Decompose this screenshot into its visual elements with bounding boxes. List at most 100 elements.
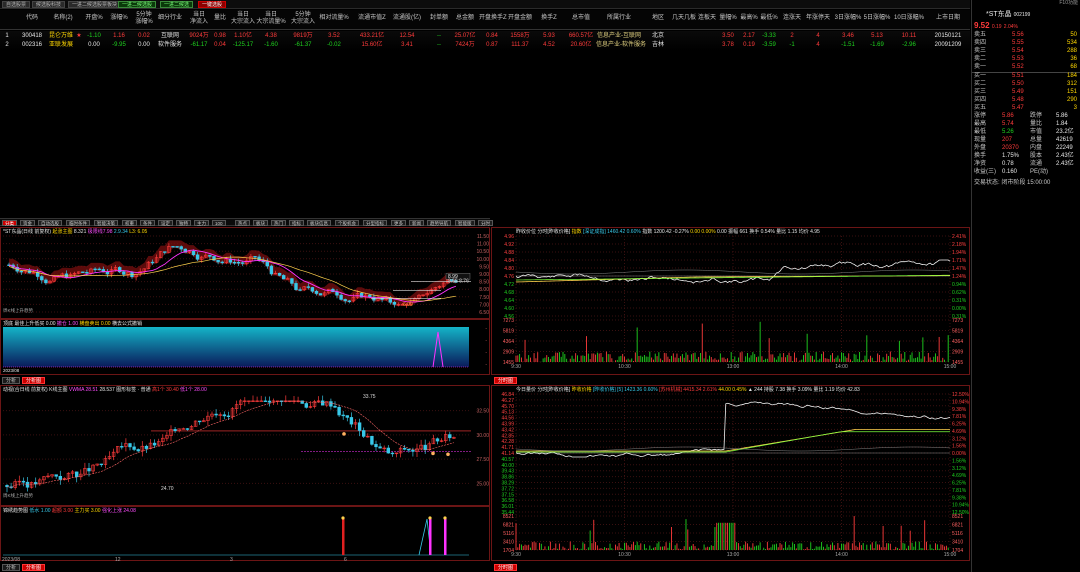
stock-code[interactable]: 300418 (18, 32, 46, 40)
cell-value[interactable]: 3.41 (392, 41, 422, 49)
cell-value[interactable]: 北京 (644, 32, 672, 40)
stock-name[interactable]: 昆仑万维 (46, 32, 76, 40)
column-header[interactable]: 当日 大宗流量% (256, 12, 286, 26)
cell-value[interactable]: 5.93 (536, 32, 562, 40)
cell-value[interactable]: 0.00 (132, 41, 156, 49)
function-tab[interactable]: 分型指标 (363, 220, 387, 226)
column-header[interactable]: 换手Z (536, 15, 562, 22)
column-header[interactable]: 年涨停天 (804, 15, 832, 22)
cell-value[interactable]: 9024万 (186, 32, 212, 40)
column-header[interactable]: 流通市值Z (355, 15, 389, 22)
tab-yijiner-bankuai[interactable]: 一进二候选股票板块 (68, 1, 122, 8)
cell-value[interactable]: 4.38 (256, 32, 286, 40)
function-tab[interactable]: 100 (212, 220, 226, 226)
cell-value[interactable]: 软件服务 (156, 41, 184, 49)
cell-value[interactable]: 20.60亿 (566, 41, 596, 49)
row-index[interactable]: 2 (2, 41, 12, 49)
tab-houxuan-keji[interactable]: 候选股科技 (32, 1, 66, 8)
function-tab[interactable]: 热点 (235, 220, 250, 226)
cell-value[interactable]: 2.17 (738, 32, 760, 40)
cell-value[interactable]: 2 (780, 32, 804, 40)
cell-value[interactable]: 0.87 (479, 41, 505, 49)
cell-value[interactable]: 3.52 (318, 32, 350, 40)
cell-value[interactable]: 信息产业-软件服务 (596, 41, 646, 49)
cell-value[interactable]: -61.17 (186, 41, 212, 49)
cell-value[interactable]: 5.13 (862, 32, 892, 40)
kline-chart-bottom[interactable]: 动视(合日线 前复权) K线主图 VWMA 28.51 28.537 图形标签 … (0, 385, 490, 506)
cell-value[interactable]: -125.17 (230, 41, 256, 49)
cell-value[interactable]: 4 (804, 41, 832, 49)
function-tab[interactable]: 资金 (20, 220, 35, 226)
cell-value[interactable]: 3.50 (716, 32, 740, 40)
column-header[interactable]: 封单额 (426, 15, 452, 22)
column-header[interactable]: 代码 (20, 15, 44, 22)
cell-value[interactable]: -- (426, 41, 452, 49)
cell-value[interactable]: 111.37 (506, 41, 534, 49)
column-header[interactable]: 当日 净流入 (186, 12, 212, 26)
function-tab[interactable]: 板块信息 (307, 220, 331, 226)
cell-value[interactable]: 7424万 (452, 41, 478, 49)
column-header[interactable]: 上市日期 (928, 15, 968, 22)
function-tab[interactable]: 临时条件 (66, 220, 90, 226)
function-tab[interactable]: 更多 (391, 220, 406, 226)
cell-value[interactable]: 0.00 (82, 41, 106, 49)
column-header[interactable]: 地区 (644, 15, 672, 22)
cell-value[interactable]: 9819万 (288, 32, 318, 40)
cell-value[interactable]: 25.07亿 (452, 32, 478, 40)
cell-value[interactable]: 20150121 (928, 32, 968, 40)
cell-value[interactable]: 1558万 (506, 32, 534, 40)
cell-value[interactable]: -1.69 (862, 41, 892, 49)
function-tab[interactable]: 分类 (2, 220, 17, 226)
cell-value[interactable]: -61.37 (288, 41, 318, 49)
cell-value[interactable]: 0.02 (132, 32, 156, 40)
column-header[interactable]: 最低% (758, 15, 780, 22)
column-header[interactable]: 量比 (210, 15, 230, 22)
cell-value[interactable]: 0.84 (479, 32, 505, 40)
tab-analysis-chart-2[interactable]: 分析图 (22, 564, 46, 571)
cell-value[interactable]: -1.60 (256, 41, 286, 49)
tab-zixuan[interactable]: 自选股票 (2, 1, 31, 8)
column-header[interactable]: 5日涨幅% (862, 15, 892, 22)
function-tab[interactable]: 智能版 (455, 220, 475, 226)
cell-value[interactable]: 660.57亿 (566, 32, 596, 40)
cell-value[interactable]: 1.10亿 (230, 32, 256, 40)
column-header[interactable]: 10日涨幅% (894, 15, 924, 22)
column-header[interactable]: 几天几板 (672, 15, 696, 22)
column-header[interactable]: 5分钟 大宗流入 (288, 12, 318, 26)
tab-yijian-xuangu[interactable]: 一键选股 (198, 1, 227, 8)
function-tab[interactable]: 分时 (478, 220, 493, 226)
function-tab[interactable]: 板块 (253, 220, 268, 226)
tab-yijiner-houxuangu[interactable]: 一进二候选股 (118, 1, 157, 8)
cell-value[interactable]: -9.95 (108, 41, 130, 49)
function-tab[interactable]: 新闻 (409, 220, 424, 226)
column-header[interactable]: 开盘金额 (506, 15, 534, 22)
column-header[interactable]: 所属行业 (596, 15, 642, 22)
column-header[interactable]: 最高% (738, 15, 760, 22)
cell-value[interactable]: -3.33 (758, 32, 780, 40)
function-tab[interactable]: 自动选股 (38, 220, 62, 226)
timeshare-chart-top[interactable]: 昨收价位 分时[昨收价格] 指数 [深证成指] 1460.42 0.60% 指数… (491, 227, 970, 375)
column-header[interactable]: 3日涨幅% (834, 15, 862, 22)
timeshare-chart-bottom[interactable]: 今日量价 分时[昨收价格] 昨收价格 [昨收价格] [5] 1423.36 0.… (491, 385, 970, 561)
cell-value[interactable]: -0.02 (318, 41, 350, 49)
indicator-bottom[interactable]: 锦绣趋势图 低水 1.00 超额 3.00 主力买 3.00 强化上涨 24.0… (0, 506, 490, 561)
indicator-top[interactable]: 顶底 最佳上升低买 0.00 撤仓 1.00 横盘卖出 0.00 横去公式撤销 … (0, 319, 490, 375)
function-tab[interactable]: 条件 (140, 220, 155, 226)
column-header[interactable]: 细分行业 (156, 15, 184, 22)
function-tab[interactable]: 主力 (194, 220, 209, 226)
cell-value[interactable]: -2.96 (894, 41, 924, 49)
cell-value[interactable]: 3.78 (716, 41, 740, 49)
tab-yijiner-houxuan[interactable]: 一进二候选 (160, 1, 194, 8)
cell-value[interactable]: 10.11 (894, 32, 924, 40)
cell-value[interactable]: -1.51 (834, 41, 862, 49)
tab-timeshare-1[interactable]: 分时图 (494, 377, 518, 384)
cell-value[interactable]: -1.10 (82, 32, 106, 40)
column-header[interactable]: 开盘% (82, 15, 106, 22)
function-tab[interactable]: 权重 (122, 220, 137, 226)
function-tab[interactable]: 指标 (289, 220, 304, 226)
column-header[interactable]: 总金额 (452, 15, 478, 22)
column-header[interactable]: 当日 大宗流入 (230, 12, 256, 26)
cell-value[interactable]: 15.60亿 (355, 41, 389, 49)
column-header[interactable]: 总市值 (566, 15, 596, 22)
function-tab[interactable]: 智能决策 (94, 220, 118, 226)
